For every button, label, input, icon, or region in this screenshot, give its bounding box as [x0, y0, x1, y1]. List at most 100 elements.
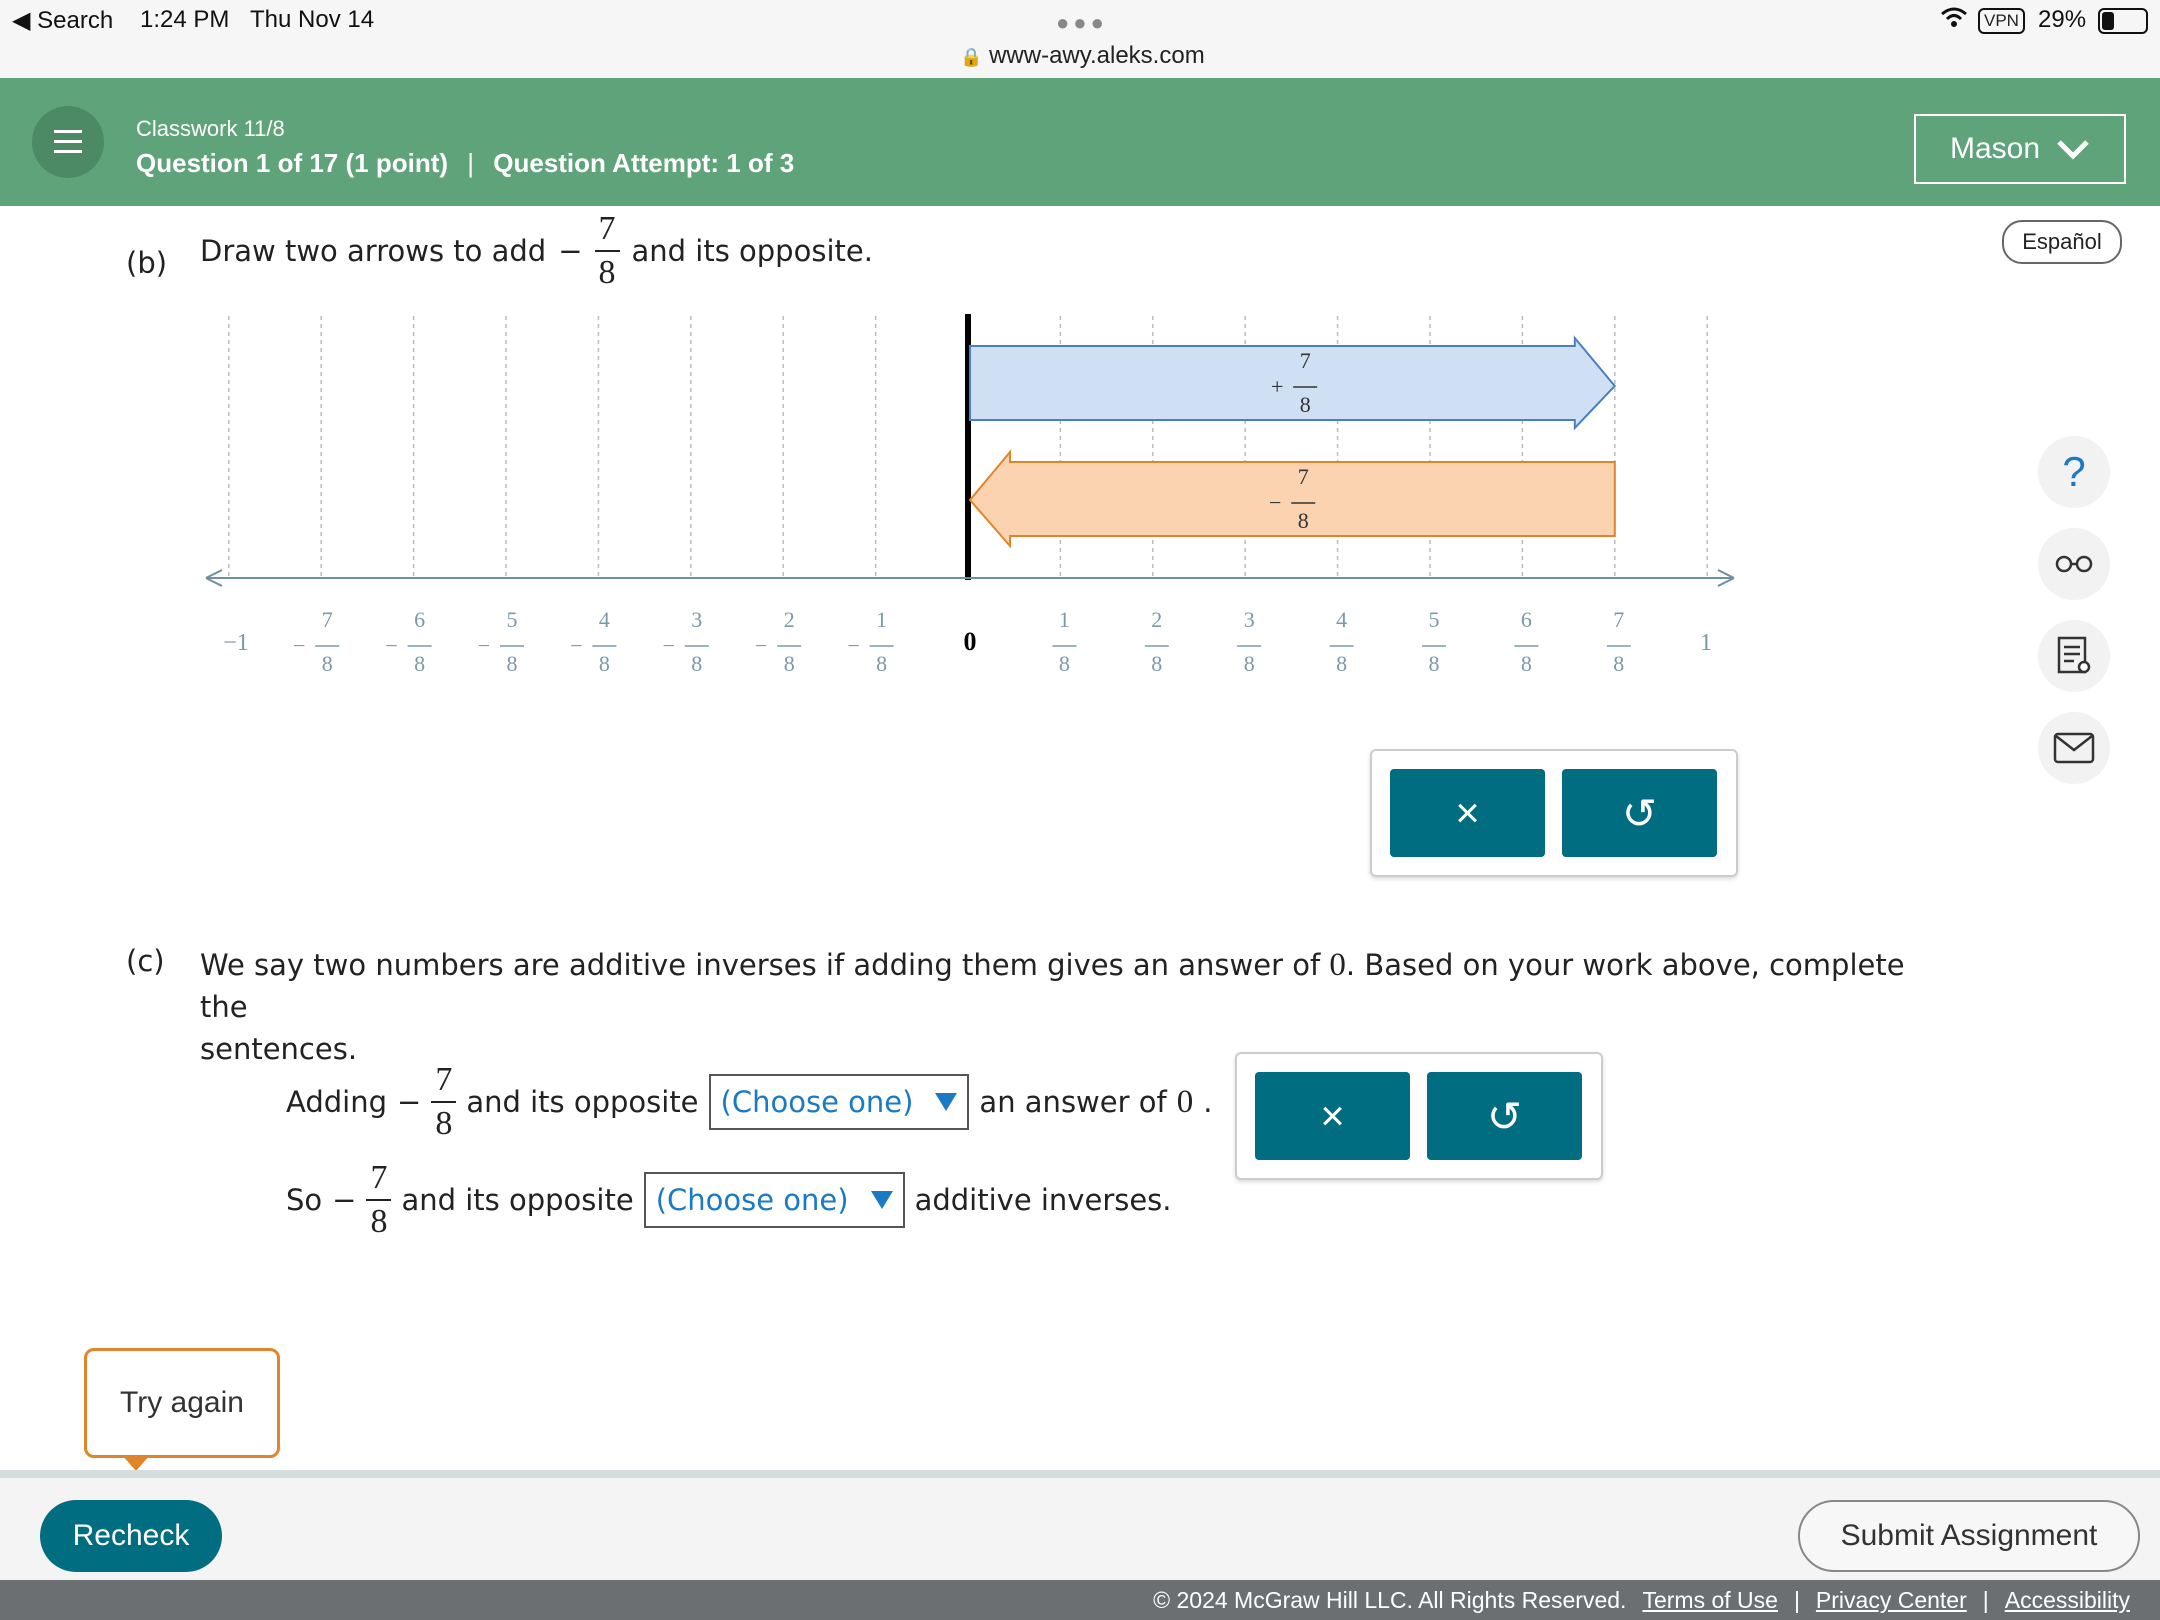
- url-text: www-awy.aleks.com: [989, 42, 1205, 69]
- tick-sign: +: [1271, 374, 1283, 399]
- sentence-2: So − 7 8 and its opposite (Choose one) a…: [286, 1152, 1172, 1248]
- tick-label: −7 8: [293, 607, 340, 676]
- classwork-title: Classwork 11/8: [136, 116, 285, 141]
- denominator: 8: [598, 254, 616, 291]
- privacy-link[interactable]: Privacy Center: [1816, 1587, 1967, 1614]
- tick-label: −3 8: [663, 607, 709, 676]
- tick-numerator: 7: [1613, 607, 1624, 632]
- feedback-bubble: Try again: [84, 1348, 280, 1458]
- user-menu-button[interactable]: Mason: [1914, 114, 2126, 184]
- tick-label: 58: [1422, 607, 1446, 676]
- tick-sign: −: [385, 633, 397, 658]
- tick-label-zero: 0: [964, 627, 977, 656]
- tick-numerator: 4: [599, 607, 610, 632]
- tick-denominator: 8: [1336, 651, 1347, 676]
- tools-button[interactable]: [2038, 620, 2110, 692]
- s2-neg-sign: −: [332, 1183, 357, 1217]
- undo-button[interactable]: ↺: [1427, 1072, 1582, 1160]
- s1-fraction: 7 8: [431, 1063, 457, 1142]
- tick-numerator: 6: [414, 607, 425, 632]
- s2-dropdown[interactable]: (Choose one): [643, 1172, 905, 1228]
- tick-label: 68: [1514, 607, 1539, 676]
- denominator: 8: [370, 1203, 388, 1240]
- recheck-button[interactable]: Recheck: [40, 1500, 222, 1572]
- tick-numerator: 5: [507, 607, 518, 632]
- accessibility-link[interactable]: Accessibility: [2005, 1587, 2130, 1614]
- s2-start: So: [286, 1183, 323, 1217]
- copyright-text: © 2024 McGraw Hill LLC. All Rights Reser…: [1153, 1587, 1627, 1613]
- tick-sign: −: [570, 633, 582, 658]
- s1-neg-sign: −: [397, 1085, 422, 1119]
- clear-button[interactable]: ×: [1390, 769, 1545, 857]
- tick-sign: −: [663, 633, 675, 658]
- tick-denominator: 8: [1613, 651, 1624, 676]
- tick-denominator: 8: [1059, 651, 1070, 676]
- tick-numerator: 7: [1300, 348, 1311, 373]
- espanol-button[interactable]: Español: [2002, 220, 2122, 264]
- terms-link[interactable]: Terms of Use: [1642, 1587, 1777, 1614]
- tick-denominator: 8: [691, 651, 702, 676]
- tick-denominator: 8: [599, 651, 610, 676]
- message-button[interactable]: [2038, 712, 2110, 784]
- copyright-bar: © 2024 McGraw Hill LLC. All Rights Reser…: [0, 1580, 2160, 1620]
- tick-numerator: 3: [691, 607, 702, 632]
- tick-denominator: 8: [507, 651, 518, 676]
- tick-label: 78: [1606, 607, 1631, 676]
- clear-button[interactable]: ×: [1255, 1072, 1410, 1160]
- s1-dropdown[interactable]: (Choose one): [708, 1074, 970, 1130]
- question-info: Question 1 of 17 (1 point) | Question At…: [136, 148, 794, 179]
- number-line-tool-panel: × ↺: [1370, 749, 1738, 877]
- back-to-search[interactable]: ◀ Search: [12, 6, 113, 35]
- undo-icon: ↺: [1486, 1092, 1523, 1140]
- tick-label: −5 8: [478, 607, 524, 676]
- tick-label-left-end: −1: [223, 630, 249, 656]
- part-b-prompt: Draw two arrows to add − 7 8 and its opp…: [200, 212, 873, 290]
- tick-numerator: 6: [1521, 607, 1532, 632]
- s1-period: .: [1203, 1085, 1213, 1119]
- chevron-down-icon: [2057, 140, 2089, 160]
- numerator: 7: [370, 1159, 388, 1196]
- more-dots-icon[interactable]: ●●●: [1056, 10, 1108, 36]
- tick-sign: −: [478, 633, 490, 658]
- tick-denominator: 8: [414, 651, 425, 676]
- feedback-text: Try again: [120, 1386, 244, 1419]
- tick-sign: −: [847, 633, 859, 658]
- sentence-tool-panel: × ↺: [1235, 1052, 1603, 1180]
- url-bar[interactable]: 🔒 www-awy.aleks.com: [960, 42, 1205, 70]
- help-button[interactable]: ?: [2038, 436, 2110, 508]
- sentence-1: Adding − 7 8 and its opposite (Choose on…: [286, 1054, 1212, 1150]
- notes-icon: [2057, 636, 2091, 674]
- menu-button[interactable]: [32, 106, 104, 178]
- denominator: 8: [435, 1105, 453, 1142]
- part-c-label: (c): [126, 944, 165, 978]
- tick-label-right-end: 1: [1700, 630, 1712, 656]
- tick-label: −4 8: [570, 607, 617, 676]
- submit-assignment-button[interactable]: Submit Assignment: [1798, 1500, 2140, 1572]
- tick-sign: −: [293, 633, 305, 658]
- question-mark-icon: ?: [2062, 448, 2086, 495]
- tick-denominator: 8: [1151, 651, 1162, 676]
- battery-icon: [2098, 8, 2148, 34]
- header-separator: |: [467, 148, 475, 178]
- tick-numerator: 1: [1059, 607, 1070, 632]
- question-attempt: Question Attempt: 1 of 3: [493, 148, 795, 178]
- tick-label: 28: [1144, 607, 1169, 676]
- neg-sign: −: [558, 234, 583, 268]
- close-icon: ×: [1320, 1092, 1345, 1139]
- tick-numerator: 3: [1244, 607, 1255, 632]
- tick-numerator: 4: [1336, 607, 1347, 632]
- undo-button[interactable]: ↺: [1562, 769, 1717, 857]
- positive-arrow: [969, 335, 1617, 431]
- tick-label: −1 8: [847, 607, 894, 676]
- fraction: 7 8: [594, 210, 620, 291]
- number-line[interactable]: +78−78 −78−68−58−48−38−28−18182838485868…: [0, 300, 1800, 700]
- tick-label: 18: [1052, 607, 1077, 676]
- tick-denominator: 8: [876, 651, 887, 676]
- tick-label: 48: [1329, 607, 1354, 676]
- glasses-button[interactable]: [2038, 528, 2110, 600]
- close-icon: ×: [1455, 789, 1480, 836]
- numerator: 7: [598, 210, 616, 247]
- tick-label: −6 8: [385, 607, 432, 676]
- tick-denominator: 8: [1300, 392, 1311, 417]
- dropdown-value: (Choose one): [720, 1085, 914, 1119]
